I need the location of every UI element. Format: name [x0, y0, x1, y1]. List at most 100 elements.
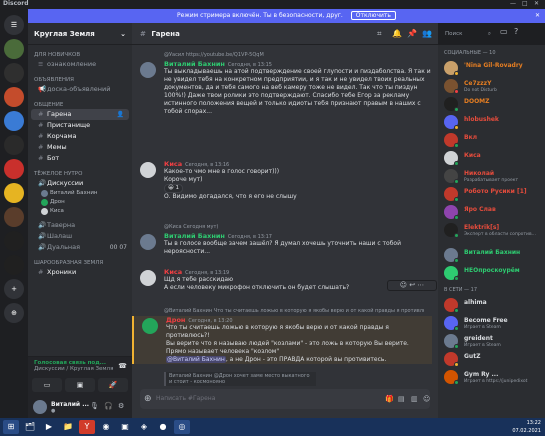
member-item[interactable]: GutZ — [438, 350, 545, 368]
member-item[interactable]: Become Free Играет в Steam — [438, 314, 545, 332]
close-icon[interactable]: ✕ — [535, 9, 540, 23]
server-icon[interactable] — [4, 111, 24, 131]
message-actions[interactable]: ☺ ↩ ⋯ — [387, 280, 437, 291]
server-icon[interactable] — [4, 255, 24, 275]
member-item[interactable]: Gym Ry ... Играет в https://junipedixot — [438, 368, 545, 386]
quoted-message[interactable]: Виталий Бахнин @Дрон хочет заме место вы… — [164, 372, 316, 386]
channel-item[interactable]: # Бот — [28, 153, 132, 164]
avatar[interactable] — [140, 162, 156, 178]
avatar[interactable] — [140, 62, 156, 78]
server-icon[interactable]: + — [4, 279, 24, 299]
plus-icon[interactable]: ⊕ — [144, 389, 152, 409]
chrome-icon[interactable]: ◉ — [98, 420, 114, 434]
server-icon[interactable] — [4, 183, 24, 203]
member-item[interactable]: Ce7zzzY Do not Disturb — [438, 77, 545, 95]
yandex-icon[interactable]: Y — [79, 420, 95, 434]
member-item[interactable]: Робото Русики [1] — [438, 185, 545, 203]
category-label[interactable]: для новичков — [28, 51, 132, 59]
member-item[interactable]: alhima — [438, 296, 545, 314]
pin-icon[interactable]: 📌 — [407, 23, 417, 45]
avatar[interactable] — [140, 270, 156, 286]
mic-icon[interactable]: 🎙 — [90, 402, 99, 410]
bell-icon[interactable]: 🔔 — [392, 23, 402, 45]
member-item[interactable]: Виталий Бахнин — [438, 246, 545, 264]
channel-item[interactable]: ≡ ознакомление — [28, 59, 132, 70]
voice-user[interactable]: Дрон — [28, 198, 132, 207]
avatar[interactable] — [33, 400, 47, 414]
member-item[interactable]: Киса — [438, 149, 545, 167]
media-icon[interactable]: ▶ — [41, 420, 57, 434]
close-button[interactable]: ✕ — [534, 0, 539, 7]
member-item[interactable]: Николай Разрабатывает проект — [438, 167, 545, 185]
server-icon[interactable] — [4, 135, 24, 155]
server-icon[interactable] — [4, 87, 24, 107]
emoji-icon[interactable]: ☺ — [423, 389, 430, 409]
message-author[interactable]: Киса — [164, 160, 182, 168]
voice-user[interactable]: Виталий Бахнин — [28, 189, 132, 198]
server-icon[interactable]: ⊕ — [4, 303, 24, 323]
threads-icon[interactable]: ⌗ — [377, 23, 382, 45]
message-author[interactable]: Дрон — [166, 316, 185, 324]
channel-item[interactable]: # Хроники — [28, 267, 132, 278]
terminal-icon[interactable]: ▣ — [117, 420, 133, 434]
gear-icon[interactable]: ⚙ — [118, 402, 124, 410]
reply-preview[interactable]: @Уасил https://youtube.be/Q1VP-5QqM — [164, 52, 424, 58]
reaction-button[interactable]: 😀 1 — [164, 184, 183, 193]
category-label[interactable]: тёжелое нутро — [28, 170, 132, 178]
channel-item[interactable]: 📢доска-объявлений — [28, 84, 132, 95]
user-mention[interactable]: @Виталий Бахнин — [166, 356, 226, 363]
voice-user[interactable]: Киса — [28, 207, 132, 216]
category-label[interactable]: общение — [28, 101, 132, 109]
category-label[interactable]: шарообразная земля — [28, 259, 132, 267]
channel-item[interactable]: # Корчама — [28, 131, 132, 142]
channel-item[interactable]: # Пристанище — [28, 120, 132, 131]
inbox-icon[interactable]: ▭ — [500, 27, 508, 36]
server-icon[interactable] — [4, 231, 24, 251]
screen-share-button[interactable]: ▣ — [65, 378, 95, 392]
channel-item[interactable]: # Гарена 👤 — [31, 109, 129, 120]
voice-channel-item[interactable]: 🔊Таверна — [28, 220, 132, 231]
voice-channel-item[interactable]: 🔊Шалаш — [28, 231, 132, 242]
headphones-icon[interactable]: 🎧 — [104, 402, 113, 410]
server-icon[interactable] — [4, 39, 24, 59]
avatar[interactable] — [142, 318, 158, 334]
member-item[interactable]: 'Nina Gil-Rovadry — [438, 59, 545, 77]
minimize-button[interactable]: — — [510, 0, 516, 7]
channel-item[interactable]: 🔊Дискуссии — [28, 178, 132, 189]
disable-streamer-button[interactable]: Отключить — [350, 11, 396, 20]
message-author[interactable]: Виталий Бахнин — [164, 232, 225, 240]
start-button[interactable]: ⊞ — [3, 420, 19, 434]
search-input[interactable]: Поиск ⌕ — [442, 29, 494, 40]
channel-item[interactable]: # Мемы — [28, 142, 132, 153]
add-member-icon[interactable]: 👤 — [117, 109, 124, 120]
obs-icon[interactable]: ● — [155, 420, 171, 434]
message-composer[interactable]: ⊕ Написать #Гарена 🎁 ▤ ▥ ☺ — [140, 389, 430, 409]
gift-icon[interactable]: 🎁 — [385, 389, 394, 409]
server-icon[interactable] — [4, 159, 24, 179]
member-item[interactable]: Вкл — [438, 131, 545, 149]
category-label[interactable]: объявления — [28, 76, 132, 84]
reply-preview[interactable]: @Киса Сегодня мут) — [164, 224, 424, 230]
voice-channel-item[interactable]: 🔊Дуальная 00 07 — [28, 242, 132, 253]
member-item[interactable]: greident Играет в Steam — [438, 332, 545, 350]
guild-header[interactable]: Круглая Земля ⌄ — [28, 23, 132, 45]
sticker-icon[interactable]: ▥ — [411, 389, 418, 409]
message-author[interactable]: Виталий Бахнин — [164, 60, 225, 68]
discord-taskbar-icon[interactable]: ◎ — [174, 420, 190, 434]
member-item[interactable]: hlobushek — [438, 113, 545, 131]
explorer-icon[interactable]: 🗂 — [22, 420, 38, 434]
folder-icon[interactable]: 📁 — [60, 420, 76, 434]
member-item[interactable]: Яро Слав — [438, 203, 545, 221]
activity-button[interactable]: 🚀 — [98, 378, 128, 392]
help-icon[interactable]: ? — [514, 27, 518, 36]
disconnect-icon[interactable]: ☎ — [118, 362, 127, 370]
members-icon[interactable]: 👥 — [422, 23, 432, 45]
maximize-button[interactable]: □ — [522, 0, 528, 7]
avatar[interactable] — [140, 234, 156, 250]
server-icon[interactable] — [4, 63, 24, 83]
server-icon[interactable]: ☰ — [4, 15, 24, 35]
member-item[interactable]: DOOMZ — [438, 95, 545, 113]
gif-icon[interactable]: ▤ — [398, 389, 405, 409]
member-item[interactable]: НЕОпроскоурём — [438, 264, 545, 282]
member-item[interactable]: Elektrik[s] Эксперт в области сопротив... — [438, 221, 545, 239]
